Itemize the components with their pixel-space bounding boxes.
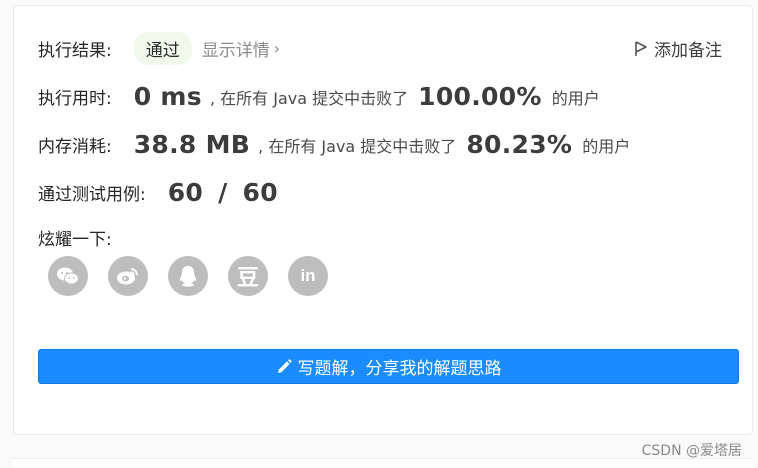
memory-label: 内存消耗: [38, 137, 112, 157]
runtime-value: 0 ms [133, 82, 202, 111]
share-douban-button[interactable]: 豆 [228, 256, 268, 296]
write-solution-label: 写题解，分享我的解题思路 [297, 359, 502, 379]
tests-value: 60 / 60 [167, 178, 278, 207]
status-badge: 通过 [133, 32, 192, 65]
tests-row: 通过测试用例: 60 / 60 [38, 178, 278, 207]
chevron-right-icon: › [273, 39, 281, 58]
memory-value: 38.8 MB [133, 130, 251, 159]
tests-label: 通过测试用例: [38, 185, 146, 205]
share-buttons: 豆 in [48, 256, 328, 296]
next-card-edge [13, 458, 753, 468]
douban-icon: 豆 [236, 266, 259, 291]
linkedin-icon: in [300, 266, 316, 285]
share-row: 炫耀一下: [38, 225, 112, 250]
share-linkedin-button[interactable]: in [288, 256, 328, 296]
pencil-icon [277, 358, 292, 373]
watermark: CSDN @爱塔居 [641, 443, 742, 459]
weibo-icon [117, 268, 138, 285]
runtime-percent: 100.00% [418, 82, 542, 111]
runtime-beat-text: , 在所有 Java 提交中击败了 [209, 88, 409, 108]
add-note-button[interactable]: 添加备注 [634, 36, 722, 61]
write-solution-button[interactable]: 写题解，分享我的解题思路 [38, 349, 739, 384]
add-note-label: 添加备注 [654, 41, 722, 61]
memory-percent: 80.23% [466, 130, 573, 159]
show-detail-label: 显示详情 [201, 41, 270, 61]
result-row: 执行结果: 通过 显示详情 › [38, 32, 280, 65]
share-label: 炫耀一下: [38, 230, 112, 250]
runtime-suffix: 的用户 [551, 88, 600, 108]
memory-beat-text: , 在所有 Java 提交中击败了 [258, 136, 457, 156]
submission-result-card: 执行结果: 通过 显示详情 › 添加备注 执行用时: 0 ms , 在所有 Ja… [13, 5, 753, 435]
memory-row: 内存消耗: 38.8 MB , 在所有 Java 提交中击败了 80.23% 的… [38, 130, 630, 159]
page: 执行结果: 通过 显示详情 › 添加备注 执行用时: 0 ms , 在所有 Ja… [0, 0, 758, 468]
qq-icon [180, 266, 196, 287]
flag-icon [635, 40, 647, 56]
share-weibo-button[interactable] [108, 256, 148, 296]
runtime-label: 执行用时: [38, 89, 112, 109]
share-wechat-button[interactable] [48, 256, 88, 296]
memory-suffix: 的用户 [582, 136, 631, 156]
runtime-row: 执行用时: 0 ms , 在所有 Java 提交中击败了 100.00% 的用户 [38, 82, 600, 111]
show-detail-link[interactable]: 显示详情 › [202, 36, 280, 61]
wechat-icon [57, 267, 79, 285]
result-label: 执行结果: [38, 41, 112, 61]
share-qq-button[interactable] [168, 256, 208, 296]
